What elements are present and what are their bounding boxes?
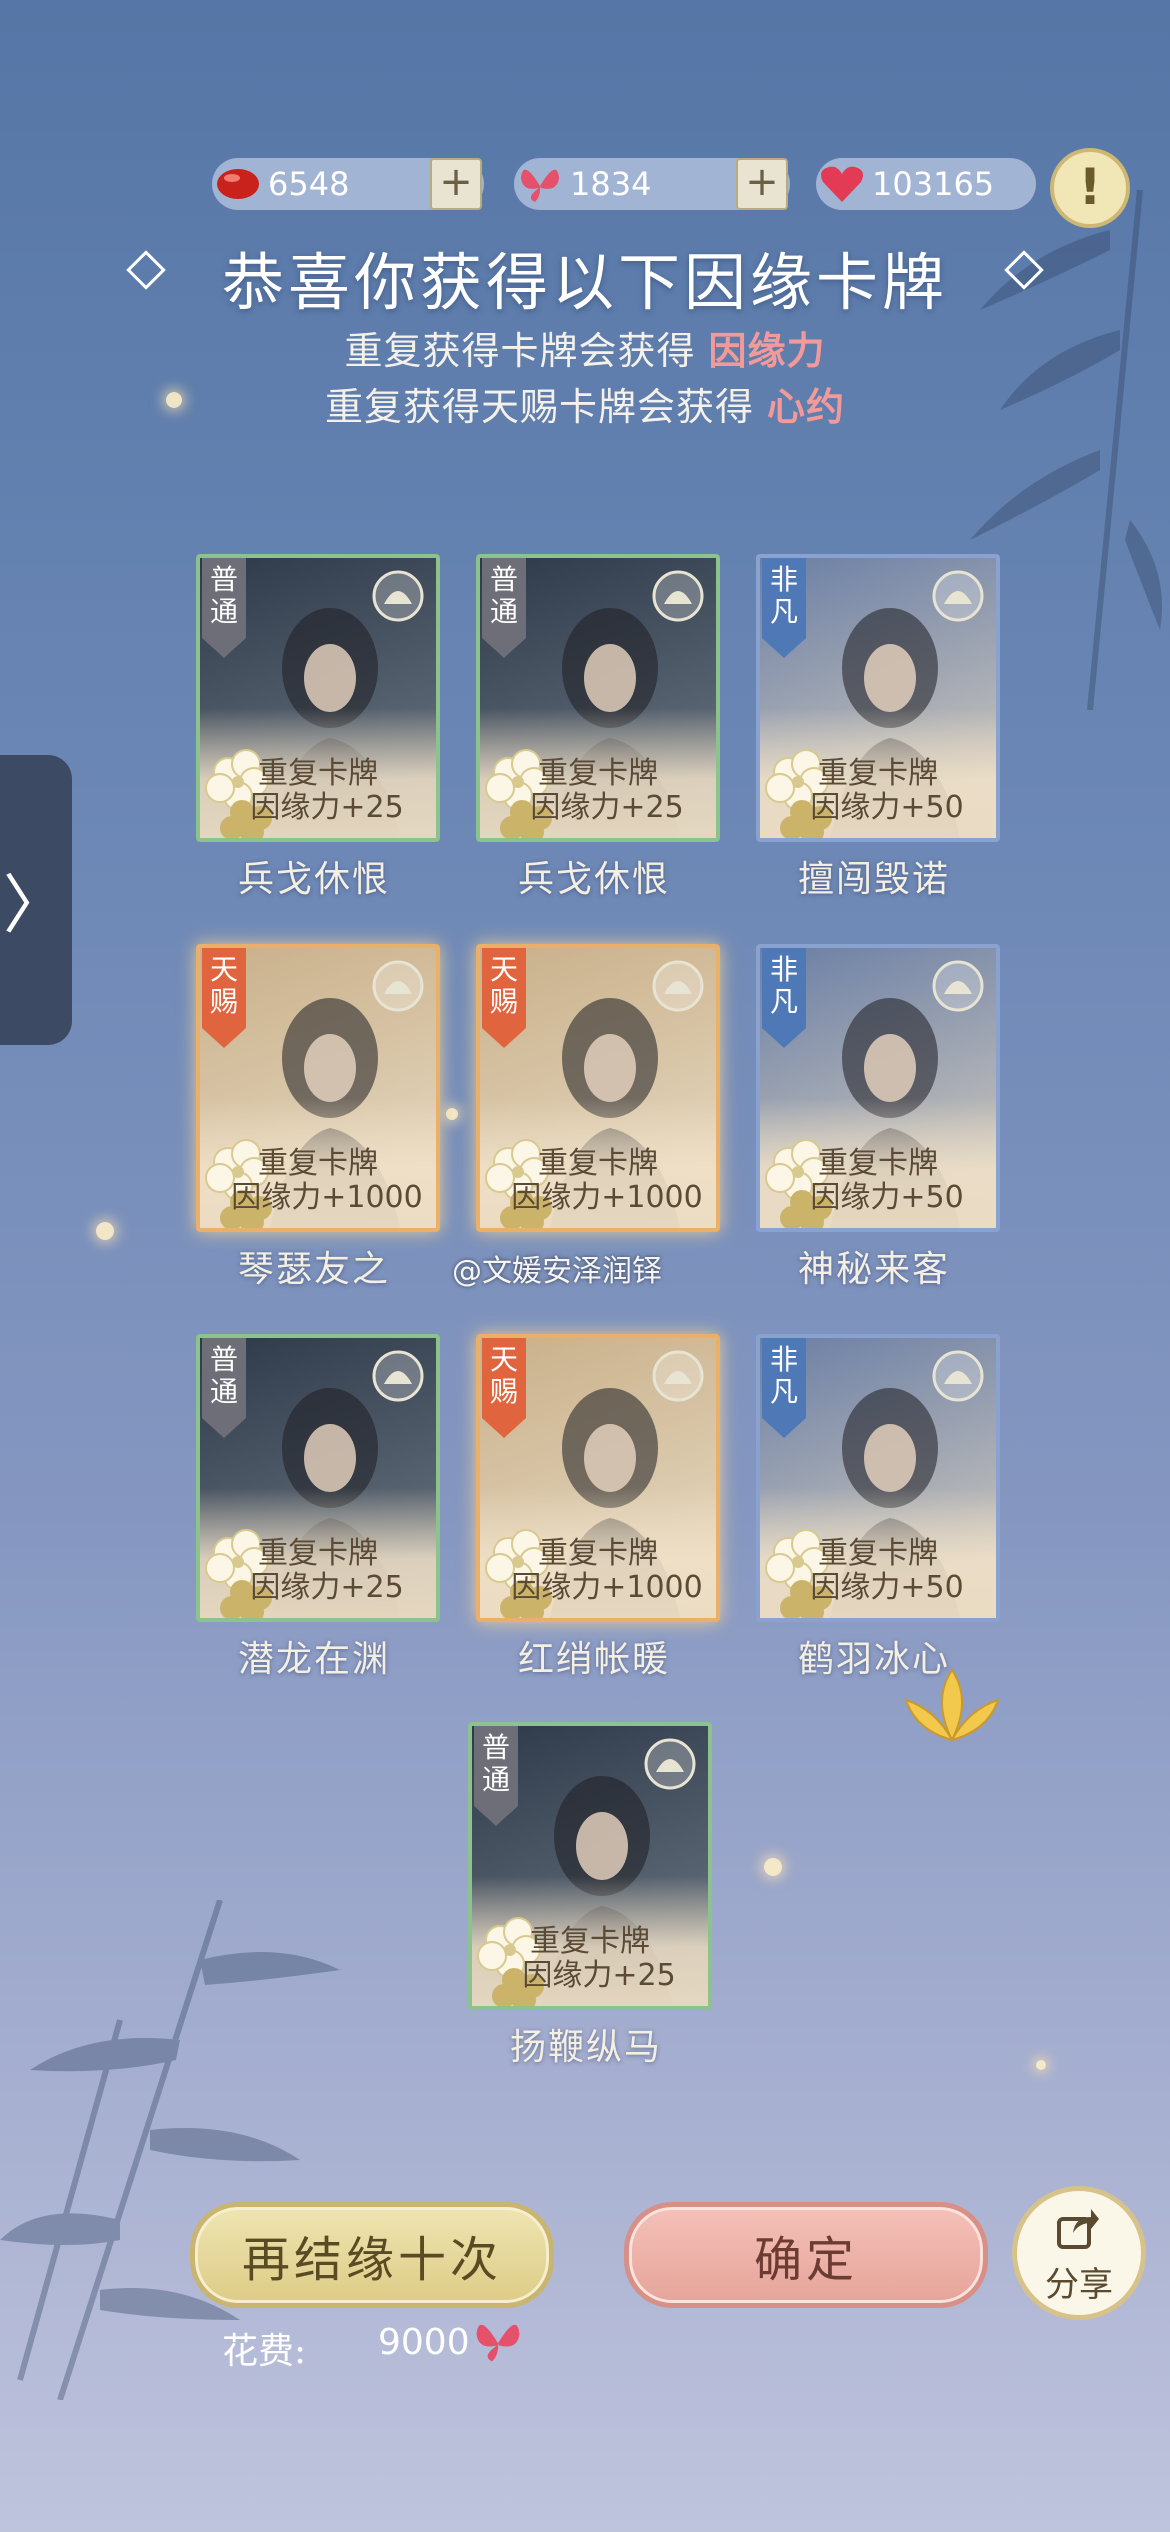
lotus-decoration-icon [904,1668,1000,1743]
watermark: @文媛安泽润铎 [452,1254,662,1289]
share-icon [1057,2209,1099,2249]
duplicate-reward: 因缘力+25 [522,1958,676,1993]
red-bean-icon [212,158,264,210]
cost-value: 9000 [378,2322,470,2363]
subtitle-gift-duplicate: 重复获得天赐卡牌会获得 心约 [324,384,846,429]
duplicate-reward: 因缘力+50 [810,790,964,825]
card-name: 擅闯毁诺 [797,859,950,900]
card-type-badge-icon [932,1350,984,1402]
rarity-tag: 普通 [202,558,246,658]
card-type-badge-icon [932,960,984,1012]
diamond-ornament-icon [1004,250,1044,290]
duplicate-reward: 因缘力+25 [530,790,684,825]
card-name: 兵戈休恨 [517,859,670,900]
red-bean-count: 6548 [268,165,350,203]
rarity-tag: 非凡 [762,948,806,1048]
duplicate-reward: 因缘力+25 [250,1570,404,1605]
duplicate-reward: 因缘力+25 [250,790,404,825]
card-name: 兵戈休恨 [237,859,390,900]
share-button[interactable]: 分享 [1012,2186,1146,2320]
result-card[interactable]: 天赐 重复卡牌 因缘力+1000 [196,944,440,1232]
exclamation-icon[interactable]: ! [1050,148,1130,228]
card-type-badge-icon [652,570,704,622]
currency-heart: 103165 [816,158,1036,210]
rarity-tag: 普通 [482,558,526,658]
butterfly-count: 1834 [570,165,652,203]
share-label: 分享 [1045,2265,1113,2305]
duplicate-reward: 因缘力+1000 [511,1180,703,1215]
rarity-tag: 普通 [474,1726,518,1826]
rarity-tag: 非凡 [762,558,806,658]
sparkle [96,1222,114,1240]
chevron-right-icon: 〉 [3,869,67,943]
result-card[interactable]: 普通 重复卡牌 因缘力+25 [476,554,720,842]
card-type-badge-icon [372,570,424,622]
duplicate-reward: 因缘力+50 [810,1180,964,1215]
cost-label: 花费: [222,2331,307,2372]
sparkle [764,1858,782,1876]
result-card[interactable]: 普通 重复卡牌 因缘力+25 [196,554,440,842]
heart-count: 103165 [872,165,995,203]
card-type-badge-icon [652,960,704,1012]
card-type-badge-icon [652,1350,704,1402]
card-type-badge-icon [372,960,424,1012]
card-type-badge-icon [932,570,984,622]
result-card[interactable]: 普通 重复卡牌 因缘力+25 [196,1334,440,1622]
heart-icon [816,158,868,210]
duplicate-reward: 因缘力+50 [810,1570,964,1605]
butterfly-icon [476,2324,520,2362]
result-card[interactable]: 天赐 重复卡牌 因缘力+1000 [476,1334,720,1622]
add-red-bean-button[interactable]: + [430,158,482,210]
card-name: 神秘来客 [797,1249,950,1290]
currency-butterfly[interactable]: 1834 + [514,158,790,210]
sparkle [446,1108,458,1120]
butterfly-icon [514,158,566,210]
side-panel-toggle[interactable]: 〉 [0,755,72,1045]
currency-red-bean[interactable]: 6548 + [212,158,484,210]
sparkle [1036,2060,1046,2070]
bamboo-decoration-bottom [0,1900,340,2400]
card-name: 红绡帐暖 [517,1639,670,1680]
result-card[interactable]: 非凡 重复卡牌 因缘力+50 [756,944,1000,1232]
result-card[interactable]: 天赐 重复卡牌 因缘力+1000 [476,944,720,1232]
result-card[interactable]: 普通 重复卡牌 因缘力+25 [468,1722,712,2010]
rarity-tag: 天赐 [482,1338,526,1438]
card-name: 琴瑟友之 [237,1249,390,1290]
rarity-tag: 普通 [202,1338,246,1438]
confirm-button[interactable]: 确定 [624,2202,988,2308]
rarity-tag: 天赐 [482,948,526,1048]
diamond-ornament-icon [126,250,166,290]
card-type-badge-icon [644,1738,696,1790]
rarity-tag: 天赐 [202,948,246,1048]
card-name: 潜龙在渊 [237,1639,390,1680]
result-card[interactable]: 非凡 重复卡牌 因缘力+50 [756,1334,1000,1622]
result-card[interactable]: 非凡 重复卡牌 因缘力+50 [756,554,1000,842]
draw-ten-again-button[interactable]: 再结缘十次 [190,2202,554,2308]
rarity-tag: 非凡 [762,1338,806,1438]
duplicate-reward: 因缘力+1000 [231,1180,423,1215]
subtitle-duplicate: 重复获得卡牌会获得 因缘力 [344,328,826,373]
add-butterfly-button[interactable]: + [736,158,788,210]
card-name: 扬鞭纵马 [509,2027,662,2068]
page-title: 恭喜你获得以下因缘卡牌 [0,232,1170,322]
duplicate-reward: 因缘力+1000 [511,1570,703,1605]
cost-display: 花费: 9000 [222,2322,520,2374]
card-type-badge-icon [372,1350,424,1402]
